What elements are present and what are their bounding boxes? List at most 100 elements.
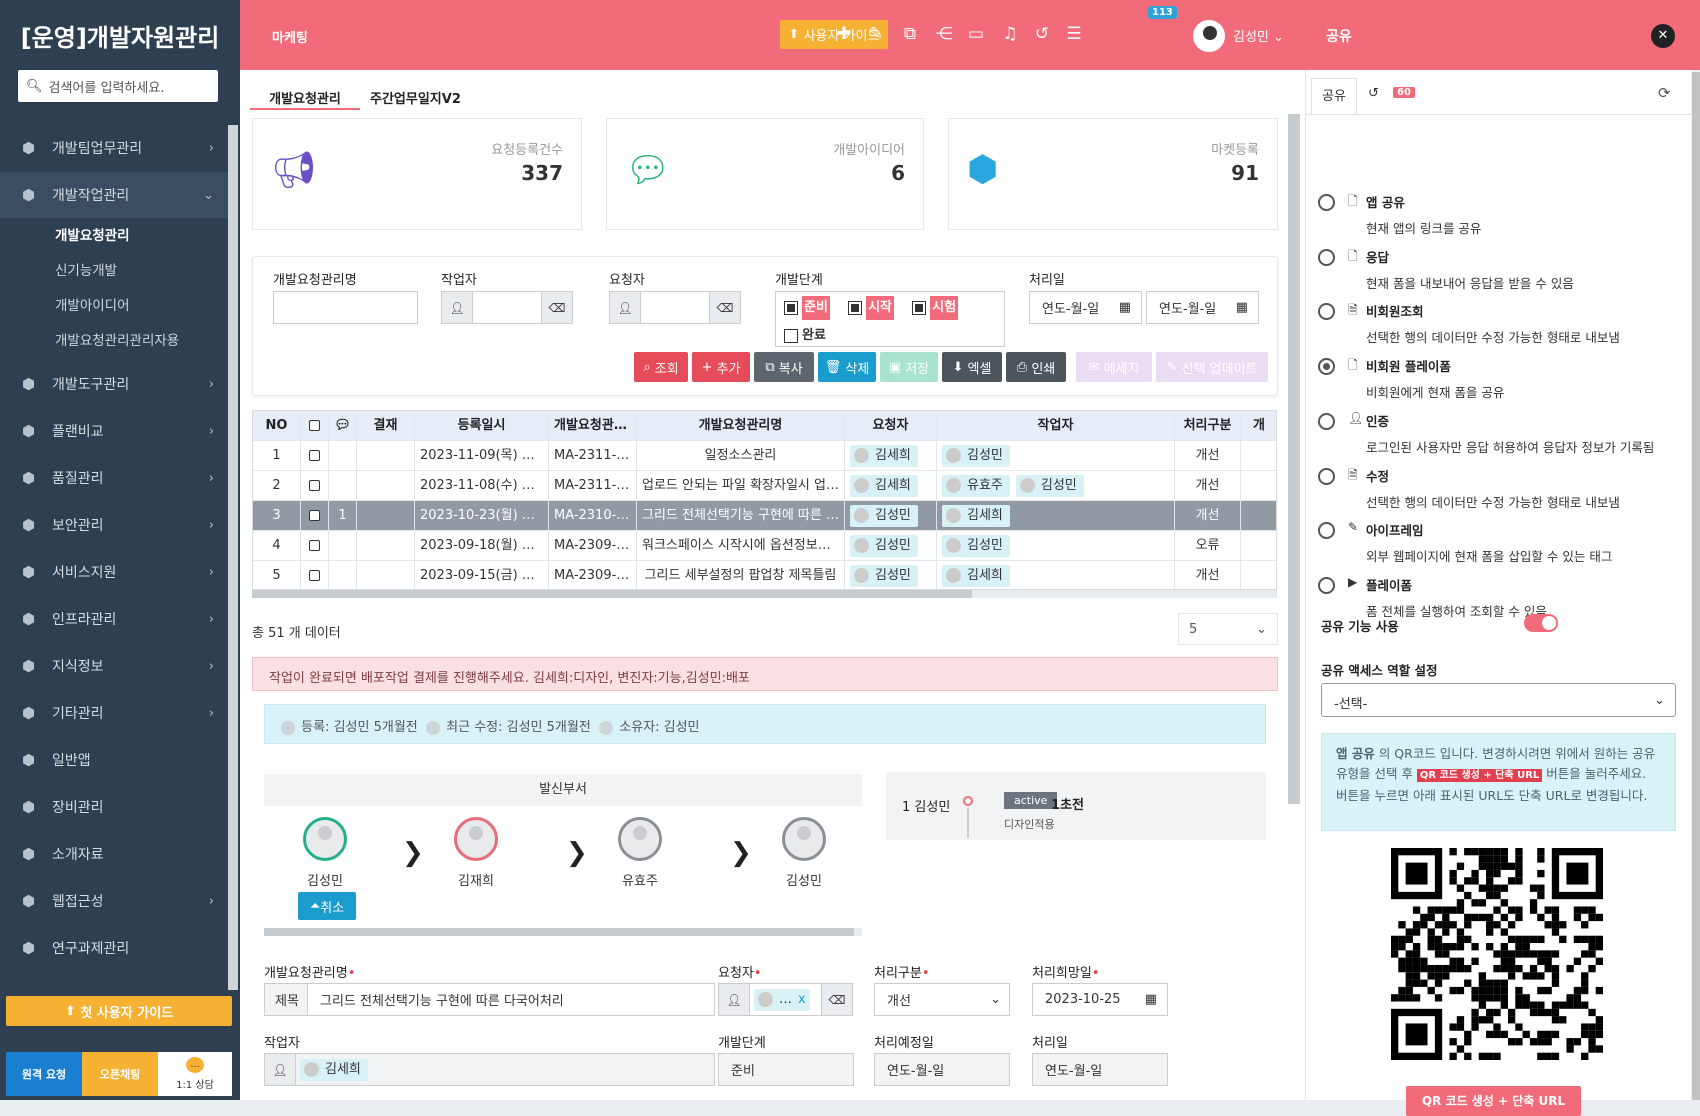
- grid-header-cell[interactable]: 개발요청관리…: [549, 411, 637, 441]
- share-option-radio[interactable]: [1318, 248, 1335, 266]
- page-size-select[interactable]: 5 ⌄: [1178, 613, 1278, 645]
- share-option-radio[interactable]: [1318, 358, 1335, 376]
- qr-generate-button[interactable]: QR 코드 생성 + 단축 URL: [1406, 1086, 1581, 1116]
- refresh-icon[interactable]: ⟳: [1658, 84, 1671, 102]
- filter-name-input[interactable]: [273, 291, 418, 324]
- table-row[interactable]: 4 2023-09-18(월) 09:14 MA-2309-00… 워크스페이스…: [253, 531, 1276, 561]
- table-row[interactable]: 3 1 2023-10-23(월) 06:02 MA-2310-00… 그리드 …: [253, 501, 1276, 531]
- grid-header-cell[interactable]: 처리구분: [1175, 411, 1241, 441]
- share-option-radio[interactable]: [1318, 576, 1335, 594]
- add-button[interactable]: + 추가: [692, 352, 750, 382]
- filter-worker-input[interactable]: [472, 291, 542, 324]
- due-date-input[interactable]: 2023-10-25 ▦: [1032, 983, 1168, 1016]
- message-button[interactable]: ✉ 메세지: [1076, 352, 1152, 382]
- share-option-radio[interactable]: [1318, 522, 1335, 540]
- grid-header-cell[interactable]: 개발요청관리명: [637, 411, 845, 441]
- grid-header-cell[interactable]: [301, 411, 329, 441]
- share-panel-scrollbar[interactable]: [1691, 70, 1700, 1100]
- sidebar-item-14[interactable]: ⬢ 연구과제관리: [0, 925, 228, 971]
- filter-date-from[interactable]: 연도-월-일 ▦: [1029, 291, 1142, 324]
- grid-header-cell[interactable]: 개: [1241, 411, 1276, 441]
- table-row[interactable]: 1 2023-11-09(목) 17:25 MA-2311-00… 일정소스관리…: [253, 441, 1276, 471]
- first-user-guide-button[interactable]: ⬆ 첫 사용자 가이드: [6, 996, 232, 1026]
- done-date-input[interactable]: 연도-월-일: [1032, 1053, 1168, 1086]
- sidebar-item-2[interactable]: ⬢ 개발도구관리 ›: [0, 361, 228, 407]
- share-option-radio[interactable]: [1318, 412, 1335, 430]
- share-toggle[interactable]: [1524, 614, 1558, 632]
- row-checkbox[interactable]: [309, 450, 320, 461]
- row-checkbox[interactable]: [309, 480, 320, 491]
- sidebar-item-6[interactable]: ⬢ 서비스지원 ›: [0, 549, 228, 595]
- row-checkbox[interactable]: [309, 540, 320, 551]
- search-input[interactable]: 🔍︎ 검색어를 입력하세요.: [18, 70, 218, 102]
- user-name[interactable]: 김성민 ⌄: [1233, 26, 1284, 45]
- share-option-radio[interactable]: [1318, 194, 1335, 211]
- sidebar-item-0[interactable]: ⬢ 개발팀업무관리 ›: [0, 125, 228, 171]
- remote-request-button[interactable]: 원격 요청: [6, 1052, 82, 1096]
- sidebar-subitem-3[interactable]: 개발요청관리관리자용: [0, 321, 228, 356]
- history-icon[interactable]: ↺: [1030, 22, 1054, 46]
- table-row[interactable]: 5 2023-09-15(금) 09:46 MA-2309-00… 그리드 세부…: [253, 561, 1276, 589]
- sidebar-item-9[interactable]: ⬢ 기타관리 ›: [0, 690, 228, 736]
- inbox-icon[interactable]: ▭: [964, 22, 988, 46]
- stage-checkbox-start[interactable]: 시작: [848, 296, 894, 320]
- grid-horizontal-scrollbar[interactable]: [252, 590, 1277, 598]
- delete-button[interactable]: 🗑︎ 삭제: [818, 352, 876, 382]
- row-checkbox-cell[interactable]: [301, 561, 329, 589]
- row-checkbox[interactable]: [309, 510, 320, 521]
- sidebar-item-4[interactable]: ⬢ 품질관리 ›: [0, 455, 228, 501]
- list-icon[interactable]: ☰: [1062, 22, 1086, 46]
- sidebar-item-1[interactable]: ⬢ 개발작업관리 ⌄: [0, 172, 228, 218]
- stage-checkbox-ready[interactable]: 준비: [784, 296, 830, 320]
- add-icon[interactable]: ✚: [832, 22, 856, 46]
- sidebar-item-5[interactable]: ⬢ 보안관리 ›: [0, 502, 228, 548]
- eraser-icon[interactable]: ⌫: [709, 291, 741, 324]
- sidebar-scrollbar[interactable]: [228, 125, 238, 990]
- sidebar-item-11[interactable]: ⬢ 장비관리: [0, 784, 228, 830]
- edit-icon[interactable]: ✎: [864, 22, 888, 46]
- share-option-title[interactable]: 수정: [1366, 466, 1389, 485]
- batch-update-button[interactable]: ✎ 선택 업데이트: [1156, 352, 1268, 382]
- grid-header-cell[interactable]: 요청자: [845, 411, 937, 441]
- share-icon[interactable]: ⋲: [932, 22, 956, 46]
- share-option-title[interactable]: 앱 공유: [1366, 192, 1405, 211]
- avatar[interactable]: [1193, 20, 1225, 52]
- grid-header-cell[interactable]: 💬︎: [329, 411, 357, 441]
- share-option-title[interactable]: 플레이폼: [1366, 575, 1412, 594]
- sidebar-item-8[interactable]: ⬢ 지식정보 ›: [0, 643, 228, 689]
- excel-button[interactable]: ⬇ 엑셀: [942, 352, 1002, 382]
- type-select[interactable]: 개선 ⌄: [874, 983, 1010, 1016]
- grid-header-cell[interactable]: NO: [253, 411, 301, 441]
- row-checkbox-cell[interactable]: [301, 531, 329, 561]
- tab-dev-request[interactable]: 개발요청관리: [250, 80, 360, 110]
- sidebar-subitem-2[interactable]: 개발아이디어: [0, 286, 228, 321]
- worker-input[interactable]: 김세희: [295, 1053, 715, 1086]
- sidebar-item-13[interactable]: ⬢ 웹접근성 ›: [0, 878, 228, 924]
- sidebar-item-10[interactable]: ⬢ 일반앱: [0, 737, 228, 783]
- copy-icon[interactable]: ⧉: [898, 22, 922, 46]
- share-option-title[interactable]: 비회원조회: [1366, 301, 1424, 320]
- sidebar-subitem-0[interactable]: 개발요청관리: [0, 216, 228, 251]
- consult-button[interactable]: … 1:1 상담: [158, 1052, 232, 1096]
- share-option-title[interactable]: 비회원 플레이폼: [1366, 356, 1451, 375]
- select-all-checkbox[interactable]: [309, 420, 320, 431]
- share-option-radio[interactable]: [1318, 303, 1335, 321]
- stage-checkbox-done[interactable]: 완료: [784, 324, 826, 348]
- approval-cancel-button[interactable]: ⏶ 취소: [298, 892, 356, 920]
- row-checkbox-cell[interactable]: [301, 501, 329, 531]
- sidebar-subitem-1[interactable]: 신기능개발: [0, 251, 228, 286]
- stage-field[interactable]: 준비: [718, 1053, 854, 1086]
- filter-requester-input[interactable]: [640, 291, 710, 324]
- requester-input[interactable]: … x: [749, 983, 822, 1016]
- approval-scrollbar[interactable]: [264, 928, 862, 936]
- save-button[interactable]: ▣ 저장: [880, 352, 938, 382]
- tab-weekly-log[interactable]: 주간업무일지V2: [370, 80, 461, 110]
- grid-header-cell[interactable]: 작업자: [937, 411, 1175, 441]
- sidebar-item-3[interactable]: ⬢ 플랜비교 ›: [0, 408, 228, 454]
- eraser-icon[interactable]: ⌫: [541, 291, 573, 324]
- row-checkbox-cell[interactable]: [301, 441, 329, 471]
- row-checkbox-cell[interactable]: [301, 471, 329, 501]
- copy-button[interactable]: ⧉ 복사: [754, 352, 814, 382]
- main-scrollbar[interactable]: [1288, 114, 1300, 804]
- title-input[interactable]: 그리드 전체선택기능 구현에 따른 다국어처리: [307, 983, 715, 1016]
